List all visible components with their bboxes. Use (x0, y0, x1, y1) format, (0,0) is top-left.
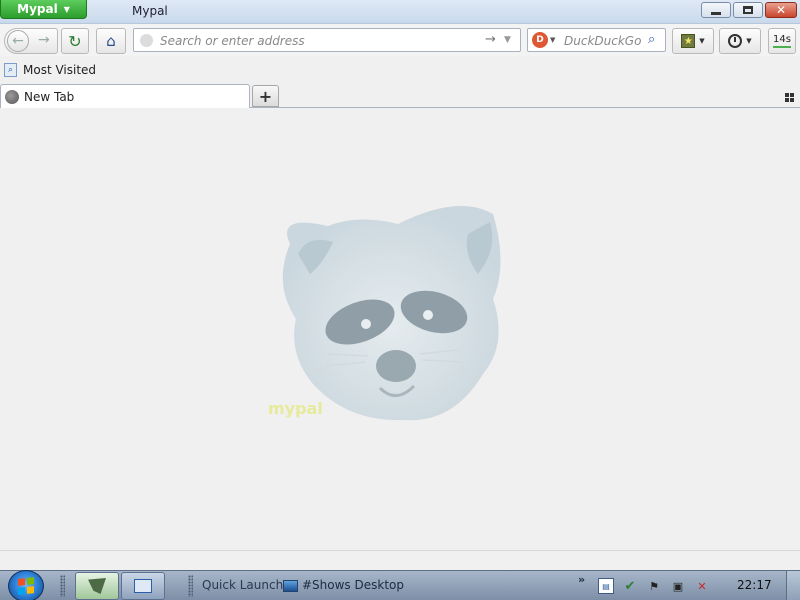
search-input[interactable] (564, 32, 646, 49)
close-window-button[interactable]: ✕ (765, 2, 797, 18)
document-tray-icon[interactable]: ▤ (598, 578, 614, 594)
go-arrow-icon[interactable]: → (485, 32, 496, 47)
maximize-icon (743, 6, 753, 14)
security-shield-icon[interactable]: ✔ (622, 578, 638, 594)
app-menu-label: Mypal (17, 2, 58, 16)
windows-logo-icon (18, 577, 34, 595)
timer-button[interactable]: 14s (768, 28, 796, 54)
minimize-button[interactable] (701, 2, 731, 18)
bookmark-label: Most Visited (23, 63, 97, 77)
action-center-flag-icon[interactable]: ⚑ (646, 578, 662, 594)
taskbar-window-button[interactable] (121, 572, 165, 600)
all-tabs-icon[interactable] (785, 93, 794, 102)
start-button[interactable] (8, 570, 44, 600)
status-bar (0, 550, 800, 570)
title-bar: Mypal ▼ Mypal ✕ (0, 0, 800, 24)
caret-down-icon: ▼ (63, 4, 70, 14)
bookmark-most-visited[interactable]: ⌕ Most Visited (4, 63, 96, 77)
bookmarks-menu-button[interactable]: ★ ▼ (672, 28, 714, 54)
back-arrow-icon: ← (12, 33, 24, 49)
show-desktop-icon[interactable] (283, 580, 298, 592)
quick-launch-grip[interactable] (188, 575, 193, 597)
bookmark-star-icon: ★ (681, 34, 696, 48)
show-desktop-link[interactable]: #Shows Desktop (302, 578, 404, 592)
back-button[interactable]: ← (7, 30, 29, 52)
mypal-icon (88, 578, 106, 594)
page-content: mypal (0, 108, 800, 550)
url-dropdown-icon[interactable]: ▼ (504, 35, 511, 45)
taskbar-mypal-button[interactable] (75, 572, 119, 600)
tab-label: New Tab (24, 89, 75, 104)
new-tab-button[interactable]: + (252, 85, 279, 107)
history-menu-button[interactable]: ▼ (719, 28, 761, 54)
volume-muted-icon[interactable]: ✕ (694, 578, 710, 594)
tab-favicon-icon (5, 89, 19, 104)
tab-new-tab[interactable]: New Tab (0, 84, 250, 108)
forward-button[interactable]: → (38, 32, 50, 48)
site-identity-icon[interactable] (140, 34, 153, 47)
window-icon (134, 579, 152, 593)
most-visited-icon: ⌕ (4, 63, 17, 77)
caret-down-icon: ▼ (746, 37, 752, 45)
search-icon[interactable]: ⌕ (648, 32, 655, 47)
engine-dropdown-icon[interactable]: ▼ (550, 36, 555, 44)
maximize-button[interactable] (733, 2, 763, 18)
history-clock-icon (728, 34, 743, 48)
network-icon[interactable]: ▣ (670, 578, 686, 594)
reload-button[interactable]: ↻ (61, 28, 89, 54)
home-icon: ⌂ (106, 32, 116, 50)
taskbar-grip[interactable] (60, 575, 65, 597)
search-bar[interactable]: D ▼ ⌕ (527, 28, 666, 52)
watermark-text: mypal (268, 399, 323, 418)
duckduckgo-icon[interactable]: D (532, 32, 548, 48)
close-icon: ✕ (775, 3, 787, 17)
quick-launch-label: Quick Launch (202, 578, 284, 592)
minimize-icon (711, 11, 721, 15)
taskbar: Quick Launch #Shows Desktop » ▤ ✔ ⚑ ▣ ✕ … (0, 570, 800, 600)
home-button[interactable]: ⌂ (96, 28, 126, 54)
taskbar-clock[interactable]: 22:17 (737, 578, 772, 592)
mypal-raccoon-logo: mypal (268, 206, 501, 421)
more-chevron-icon[interactable]: » (578, 573, 585, 586)
url-input[interactable] (160, 32, 480, 49)
back-forward-buttons: ← → (4, 28, 58, 54)
timer-label: 14s (773, 34, 791, 48)
address-bar[interactable]: → ▼ (133, 28, 521, 52)
reload-icon: ↻ (68, 31, 82, 51)
caret-down-icon: ▼ (699, 37, 705, 45)
app-menu-button[interactable]: Mypal ▼ (0, 0, 87, 19)
show-desktop-button[interactable] (786, 571, 800, 600)
tab-strip: New Tab + (0, 83, 800, 108)
plus-icon: + (258, 86, 273, 106)
bookmarks-toolbar: ⌕ Most Visited (0, 60, 800, 82)
window-title: Mypal (132, 4, 168, 18)
